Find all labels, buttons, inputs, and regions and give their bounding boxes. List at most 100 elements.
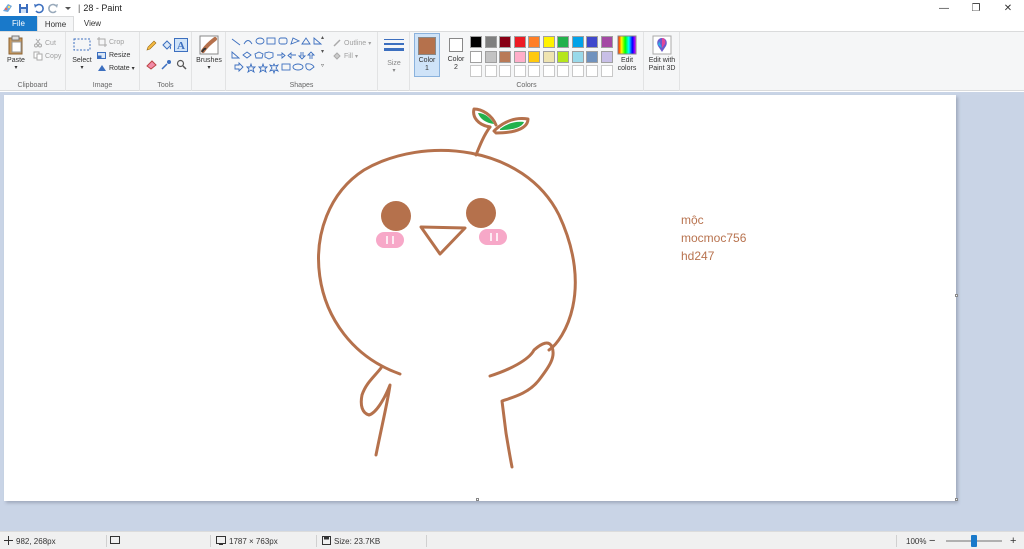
palette-swatch[interactable] (528, 36, 540, 48)
palette-swatch[interactable] (484, 36, 497, 48)
color2-button[interactable]: Color 2 (444, 33, 468, 77)
undo-icon[interactable] (32, 2, 44, 14)
palette-swatch[interactable] (542, 50, 555, 63)
brushes-label: Brushes (196, 57, 222, 64)
ribbon-tabs: File Home View (0, 16, 1024, 31)
right-blush (479, 229, 507, 245)
palette-custom-swatch[interactable] (542, 65, 555, 77)
line-size-icon (384, 39, 404, 51)
right-eye (466, 198, 496, 228)
resize-button[interactable]: Resize (97, 50, 130, 60)
tools-group: A Tools (140, 32, 192, 91)
image-size-icon (216, 535, 226, 547)
palette-swatch[interactable] (600, 50, 613, 63)
edit-with-paint3d-button[interactable]: Edit with Paint 3D (646, 35, 678, 73)
drawing-canvas[interactable]: mộc mocmoc756 hd247 (4, 95, 956, 501)
canvas-workspace[interactable]: mộc mocmoc756 hd247 (0, 92, 1024, 531)
palette-swatch[interactable] (528, 50, 540, 63)
eraser-icon[interactable] (146, 59, 157, 70)
copy-button[interactable]: Copy (33, 51, 61, 61)
pencil-icon[interactable] (146, 40, 157, 51)
brushes-button[interactable]: Brushes ▾ (196, 35, 222, 71)
palette-custom-swatch[interactable] (470, 65, 482, 77)
fill-button[interactable]: Fill ▾ (332, 51, 358, 61)
file-size-text: Size: 23.7KB (334, 536, 381, 546)
palette-swatch[interactable] (571, 50, 584, 63)
svg-text:A: A (177, 40, 185, 51)
palette-custom-swatch[interactable] (557, 65, 569, 77)
cursor-crosshair-icon (4, 535, 13, 547)
palette-swatch[interactable] (513, 50, 526, 63)
palette-swatch[interactable] (557, 50, 569, 63)
colors-group-label: Colors (516, 82, 537, 89)
resize-handle-bottom[interactable] (476, 498, 479, 501)
rotate-button[interactable]: Rotate ▾ (97, 63, 135, 73)
zoom-slider-thumb[interactable] (971, 535, 977, 547)
palette-swatch[interactable] (542, 36, 555, 48)
resize-handle-right[interactable] (955, 294, 958, 297)
rotate-label: Rotate (109, 64, 130, 72)
palette-swatch[interactable] (586, 50, 598, 63)
save-icon[interactable] (17, 2, 29, 14)
fill-bucket-icon[interactable] (161, 40, 172, 51)
palette-custom-swatch[interactable] (586, 65, 598, 77)
palette-swatch[interactable] (586, 36, 598, 48)
resize-handle-corner[interactable] (955, 498, 958, 501)
zoom-level: 100% (906, 536, 927, 546)
shapes-scroll-down-icon[interactable]: ▾ (321, 48, 324, 55)
palette-swatch[interactable] (470, 36, 482, 48)
palette-swatch[interactable] (513, 36, 526, 48)
fill-icon (332, 51, 342, 61)
palette-swatch[interactable] (557, 36, 569, 48)
image-group: Select ▾ Crop Resize Rotate ▾ Image (66, 32, 140, 91)
select-button[interactable]: Select ▾ (70, 35, 94, 71)
shapes-gallery[interactable] (230, 36, 325, 76)
zoom-in-button[interactable]: + (1010, 532, 1016, 549)
tab-view[interactable]: View (74, 16, 111, 31)
zoom-out-button[interactable]: − (929, 532, 935, 549)
palette-custom-swatch[interactable] (600, 65, 613, 77)
color1-button[interactable]: Color 1 (414, 33, 440, 77)
image-dimensions: 1787 × 763px (216, 532, 278, 549)
edit-colors-button[interactable]: Edit colors (614, 35, 640, 73)
palette-custom-swatch[interactable] (513, 65, 526, 77)
palette-swatch[interactable] (571, 36, 584, 48)
magnifier-icon[interactable] (176, 59, 187, 70)
customize-qat-icon[interactable] (62, 2, 74, 14)
palette-swatch[interactable] (470, 50, 482, 63)
tab-home[interactable]: Home (37, 16, 74, 31)
color-picker-icon[interactable] (161, 59, 172, 70)
paint3d-label: Edit with Paint 3D (648, 57, 676, 72)
palette-swatch[interactable] (499, 50, 511, 63)
paste-button[interactable]: Paste ▾ (4, 35, 28, 71)
title-separator: | (78, 3, 81, 13)
maximize-button[interactable]: ❐ (960, 0, 992, 16)
color1-swatch (418, 37, 436, 55)
close-button[interactable]: ✕ (992, 0, 1024, 16)
drawing-artwork (317, 107, 577, 469)
palette-custom-swatch[interactable] (499, 65, 511, 77)
window-title: 28 - Paint (83, 3, 122, 13)
shapes-expand-icon[interactable]: ▿ (321, 62, 324, 69)
clipboard-group: Paste ▾ Cut Copy Clipboard (0, 32, 66, 91)
palette-custom-swatch[interactable] (484, 65, 497, 77)
shapes-scroll-up-icon[interactable]: ▴ (321, 34, 324, 41)
redo-icon[interactable] (47, 2, 59, 14)
palette-custom-swatch[interactable] (571, 65, 584, 77)
left-blush (376, 232, 404, 248)
crop-button[interactable]: Crop (97, 37, 124, 47)
title-bar: | 28 - Paint — ❐ ✕ (0, 0, 1024, 16)
ribbon: Paste ▾ Cut Copy Clipboard Select ▾ Crop… (0, 31, 1024, 91)
palette-custom-swatch[interactable] (528, 65, 540, 77)
palette-swatch[interactable] (484, 50, 497, 63)
size-button[interactable]: Size ▾ (382, 38, 406, 74)
outline-button[interactable]: Outline ▾ (332, 38, 371, 48)
tab-file[interactable]: File (0, 16, 37, 31)
cut-button[interactable]: Cut (33, 38, 56, 48)
palette-swatch[interactable] (499, 36, 511, 48)
rotate-icon (97, 63, 107, 73)
text-tool-icon[interactable]: A (174, 38, 188, 52)
palette-swatch[interactable] (600, 36, 613, 48)
minimize-button[interactable]: — (928, 0, 960, 16)
shapes-group-label: Shapes (289, 82, 314, 89)
